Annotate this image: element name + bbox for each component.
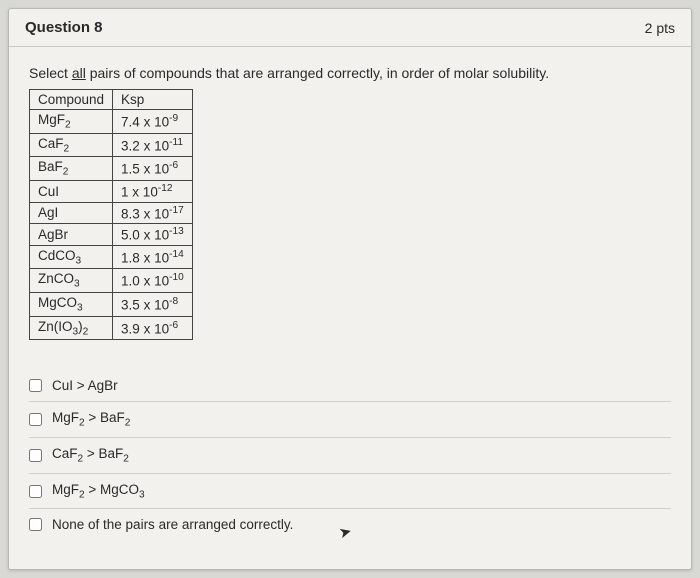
- cell-compound: Zn(IO3)2: [30, 316, 113, 340]
- cell-ksp: 3.2 x 10-11: [113, 133, 193, 157]
- option-label: MgF2 > MgCO3: [52, 482, 145, 501]
- question-title: Question 8: [25, 19, 103, 36]
- cell-ksp: 3.5 x 10-8: [113, 292, 193, 316]
- table-row: CdCO31.8 x 10-14: [30, 245, 193, 269]
- cell-ksp: 5.0 x 10-13: [113, 224, 193, 246]
- table-row: AgI8.3 x 10-17: [30, 202, 193, 224]
- table-row: CuI1 x 10-12: [30, 181, 193, 203]
- prompt-prefix: Select: [29, 65, 72, 81]
- option-row[interactable]: CaF2 > BaF2: [29, 438, 671, 474]
- cell-ksp: 1.0 x 10-10: [113, 269, 193, 293]
- cell-ksp: 7.4 x 10-9: [113, 110, 193, 134]
- table-row: AgBr5.0 x 10-13: [30, 224, 193, 246]
- cell-compound: MgCO3: [30, 292, 113, 316]
- question-points: 2 pts: [645, 20, 675, 36]
- cell-ksp: 1 x 10-12: [113, 181, 193, 203]
- cell-ksp: 1.5 x 10-6: [113, 157, 193, 181]
- question-content: Select all pairs of compounds that are a…: [9, 47, 691, 558]
- option-checkbox[interactable]: [29, 379, 42, 392]
- options-list: CuI > AgBr MgF2 > BaF2 CaF2 > BaF2 MgF2 > M…: [29, 370, 671, 540]
- table-header-compound: Compound: [30, 90, 113, 110]
- cell-compound: CuI: [30, 181, 113, 203]
- option-label: None of the pairs are arranged correctly…: [52, 517, 293, 532]
- option-checkbox[interactable]: [29, 413, 42, 426]
- table-row: ZnCO31.0 x 10-10: [30, 269, 193, 293]
- table-row: MgCO33.5 x 10-8: [30, 292, 193, 316]
- ksp-table: Compound Ksp MgF27.4 x 10-9CaF23.2 x 10-…: [29, 89, 193, 340]
- cell-compound: CaF2: [30, 133, 113, 157]
- cell-compound: AgI: [30, 202, 113, 224]
- table-row: MgF27.4 x 10-9: [30, 110, 193, 134]
- cell-ksp: 8.3 x 10-17: [113, 202, 193, 224]
- cell-ksp: 1.8 x 10-14: [113, 245, 193, 269]
- cell-ksp: 3.9 x 10-6: [113, 316, 193, 340]
- table-row: Zn(IO3)23.9 x 10-6: [30, 316, 193, 340]
- option-checkbox[interactable]: [29, 485, 42, 498]
- option-row[interactable]: CuI > AgBr: [29, 370, 671, 402]
- option-row[interactable]: MgF2 > MgCO3: [29, 474, 671, 510]
- option-checkbox[interactable]: [29, 518, 42, 531]
- option-label: CaF2 > BaF2: [52, 446, 129, 465]
- option-row[interactable]: MgF2 > BaF2: [29, 402, 671, 438]
- option-checkbox[interactable]: [29, 449, 42, 462]
- table-header-ksp: Ksp: [113, 90, 193, 110]
- prompt-suffix: pairs of compounds that are arranged cor…: [86, 65, 549, 81]
- cell-compound: CdCO3: [30, 245, 113, 269]
- table-row: CaF23.2 x 10-11: [30, 133, 193, 157]
- cell-compound: MgF2: [30, 110, 113, 134]
- question-card: Question 8 2 pts Select all pairs of com…: [8, 8, 692, 570]
- question-prompt: Select all pairs of compounds that are a…: [29, 65, 671, 81]
- prompt-underlined: all: [72, 65, 86, 81]
- cell-compound: ZnCO3: [30, 269, 113, 293]
- cell-compound: BaF2: [30, 157, 113, 181]
- option-label: CuI > AgBr: [52, 378, 118, 393]
- option-label: MgF2 > BaF2: [52, 410, 130, 429]
- cell-compound: AgBr: [30, 224, 113, 246]
- question-header: Question 8 2 pts: [9, 9, 691, 47]
- table-row: BaF21.5 x 10-6: [30, 157, 193, 181]
